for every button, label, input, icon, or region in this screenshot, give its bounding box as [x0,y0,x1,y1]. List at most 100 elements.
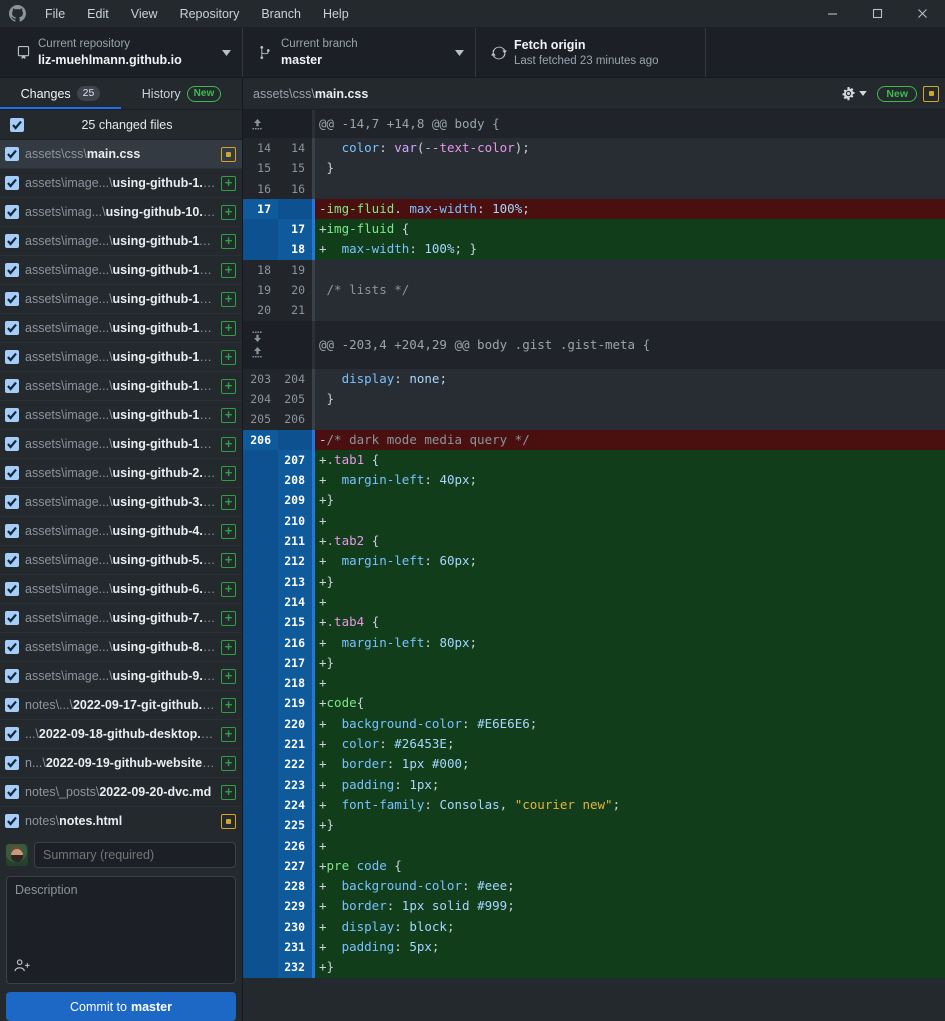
expand-both-icon[interactable] [243,321,271,369]
current-repository-dropdown[interactable]: Current repository liz-muehlmann.github.… [0,28,243,77]
changed-files-list[interactable]: assets\css\main.css assets\image...\using… [0,140,242,834]
diff-line[interactable]: 218 + [243,673,945,694]
file-row[interactable]: notes\...\2022-09-17-git-github.md + [0,691,242,720]
file-row[interactable]: assets\image...\using-github-18.jpg + [0,430,242,459]
file-checkbox[interactable] [5,321,19,335]
diff-hunk-header[interactable]: @@ -203,4 +204,29 @@ body .gist .gist-me… [243,320,945,369]
current-branch-dropdown[interactable]: Current branch master [243,28,476,77]
diff-line[interactable]: 203 204 display: none; [243,368,945,389]
file-checkbox[interactable] [5,785,19,799]
file-row[interactable]: assets\imag...\using-github-10.jpeg + [0,198,242,227]
new-badge[interactable]: New [877,85,917,102]
tab-changes[interactable]: Changes 25 [0,78,121,109]
file-checkbox[interactable] [5,814,19,828]
diff-line[interactable]: 216 + margin-left: 80px; [243,632,945,653]
diff-line[interactable]: 211 +.tab2 { [243,531,945,552]
file-checkbox[interactable] [5,727,19,741]
file-row[interactable]: assets\image...\using-github-15.jpg + [0,343,242,372]
file-checkbox[interactable] [5,756,19,770]
file-checkbox[interactable] [5,147,19,161]
diff-line[interactable]: 18 + max-width: 100%; } [243,239,945,260]
file-row[interactable]: assets\image...\using-github-4.jpeg + [0,517,242,546]
add-person-icon[interactable] [14,958,31,978]
diff-line[interactable]: 212 + margin-left: 60px; [243,551,945,572]
diff-line[interactable]: 17 -img-fluid. max-width: 100%; [243,198,945,220]
diff-line[interactable]: 15 15 } [243,158,945,179]
file-row[interactable]: n...\2022-09-19-github-website.md + [0,749,242,778]
diff-line[interactable]: 206 -/* dark mode media query */ [243,429,945,450]
diff-line[interactable]: 16 16 [243,178,945,199]
file-row[interactable]: assets\image...\using-github-17.jpg + [0,401,242,430]
diff-line[interactable]: 231 + padding: 5px; [243,936,945,958]
diff-line[interactable]: 226 + [243,835,945,856]
commit-summary-input[interactable] [34,842,236,868]
diff-line[interactable]: 17 +img-fluid { [243,219,945,240]
diff-line[interactable]: 220 + background-color: #E6E6E6; [243,713,945,735]
file-row[interactable]: assets\image...\using-github-13.jpg + [0,285,242,314]
file-row[interactable]: assets\css\main.css [0,140,242,169]
file-row[interactable]: assets\image...\using-github-9.jpeg + [0,662,242,691]
file-checkbox[interactable] [5,292,19,306]
menu-edit[interactable]: Edit [76,0,120,27]
minimize-button[interactable] [810,0,855,27]
file-checkbox[interactable] [5,640,19,654]
file-row[interactable]: assets\image...\using-github-16.jpg + [0,372,242,401]
file-row[interactable]: notes\_posts\2022-09-20-dvc.md + [0,778,242,807]
close-button[interactable] [900,0,945,27]
file-row[interactable]: assets\image...\using-github-1.jpeg + [0,169,242,198]
file-row[interactable]: assets\image...\using-github-7.jpeg + [0,604,242,633]
select-all-checkbox[interactable] [10,117,24,132]
diff-line[interactable]: 225 +} [243,815,945,836]
menu-branch[interactable]: Branch [250,0,312,27]
diff-line[interactable]: 14 14 color: var(--text-color); [243,138,945,159]
diff-line[interactable]: 228 + background-color: #eee; [243,876,945,897]
file-row[interactable]: assets\image...\using-github-2.jpeg + [0,459,242,488]
diff-line[interactable]: 207 +.tab1 { [243,449,945,471]
diff-line[interactable]: 214 + [243,591,945,613]
diff-content[interactable]: @@ -14,7 +14,8 @@ body {14 14 color: var(… [243,110,945,1021]
file-checkbox[interactable] [5,669,19,683]
file-checkbox[interactable] [5,466,19,480]
menu-repository[interactable]: Repository [169,0,251,27]
diff-line[interactable]: 224 + font-family: Consolas, "courier new… [243,794,945,816]
expand-up-icon[interactable] [243,110,271,138]
modified-square-icon[interactable] [923,85,939,102]
file-checkbox[interactable] [5,205,19,219]
diff-line[interactable]: 223 + padding: 1px; [243,774,945,795]
file-row[interactable]: notes\notes.html [0,807,242,834]
file-checkbox[interactable] [5,582,19,596]
diff-hunk-header[interactable]: @@ -14,7 +14,8 @@ body { [243,110,945,138]
diff-line[interactable]: 18 19 [243,259,945,281]
file-row[interactable]: assets\image...\using-github-12.jpg + [0,256,242,285]
diff-line[interactable]: 19 20 /* lists */ [243,280,945,301]
file-row[interactable]: assets\image...\using-github-5.jpeg + [0,546,242,575]
diff-line[interactable]: 227 +pre code { [243,855,945,877]
diff-line[interactable]: 213 +} [243,571,945,592]
file-checkbox[interactable] [5,437,19,451]
diff-line[interactable]: 230 + display: block; [243,916,945,937]
file-checkbox[interactable] [5,176,19,190]
file-row[interactable]: assets\image...\using-github-6.jpeg + [0,575,242,604]
diff-line[interactable]: 222 + border: 1px #000; [243,754,945,775]
file-checkbox[interactable] [5,234,19,248]
diff-line[interactable]: 219 +code{ [243,693,945,714]
file-checkbox[interactable] [5,553,19,567]
file-checkbox[interactable] [5,495,19,509]
file-row[interactable]: assets\image...\using-github-3.jpeg + [0,488,242,517]
diff-line[interactable]: 210 + [243,510,945,532]
file-checkbox[interactable] [5,408,19,422]
diff-line[interactable]: 20 21 [243,300,945,321]
diff-line[interactable]: 209 +} [243,490,945,511]
file-checkbox[interactable] [5,611,19,625]
file-checkbox[interactable] [5,350,19,364]
menu-file[interactable]: File [34,0,76,27]
diff-line[interactable]: 204 205 } [243,388,945,410]
commit-description-input[interactable]: Description [6,876,236,984]
tab-history[interactable]: History New [121,78,242,109]
file-checkbox[interactable] [5,263,19,277]
fetch-origin-button[interactable]: Fetch origin Last fetched 23 minutes ago [476,28,706,77]
file-checkbox[interactable] [5,524,19,538]
diff-settings-button[interactable] [837,86,871,101]
file-row[interactable]: assets\image...\using-github-14.jpg + [0,314,242,343]
diff-line[interactable]: 229 + border: 1px solid #999; [243,896,945,917]
